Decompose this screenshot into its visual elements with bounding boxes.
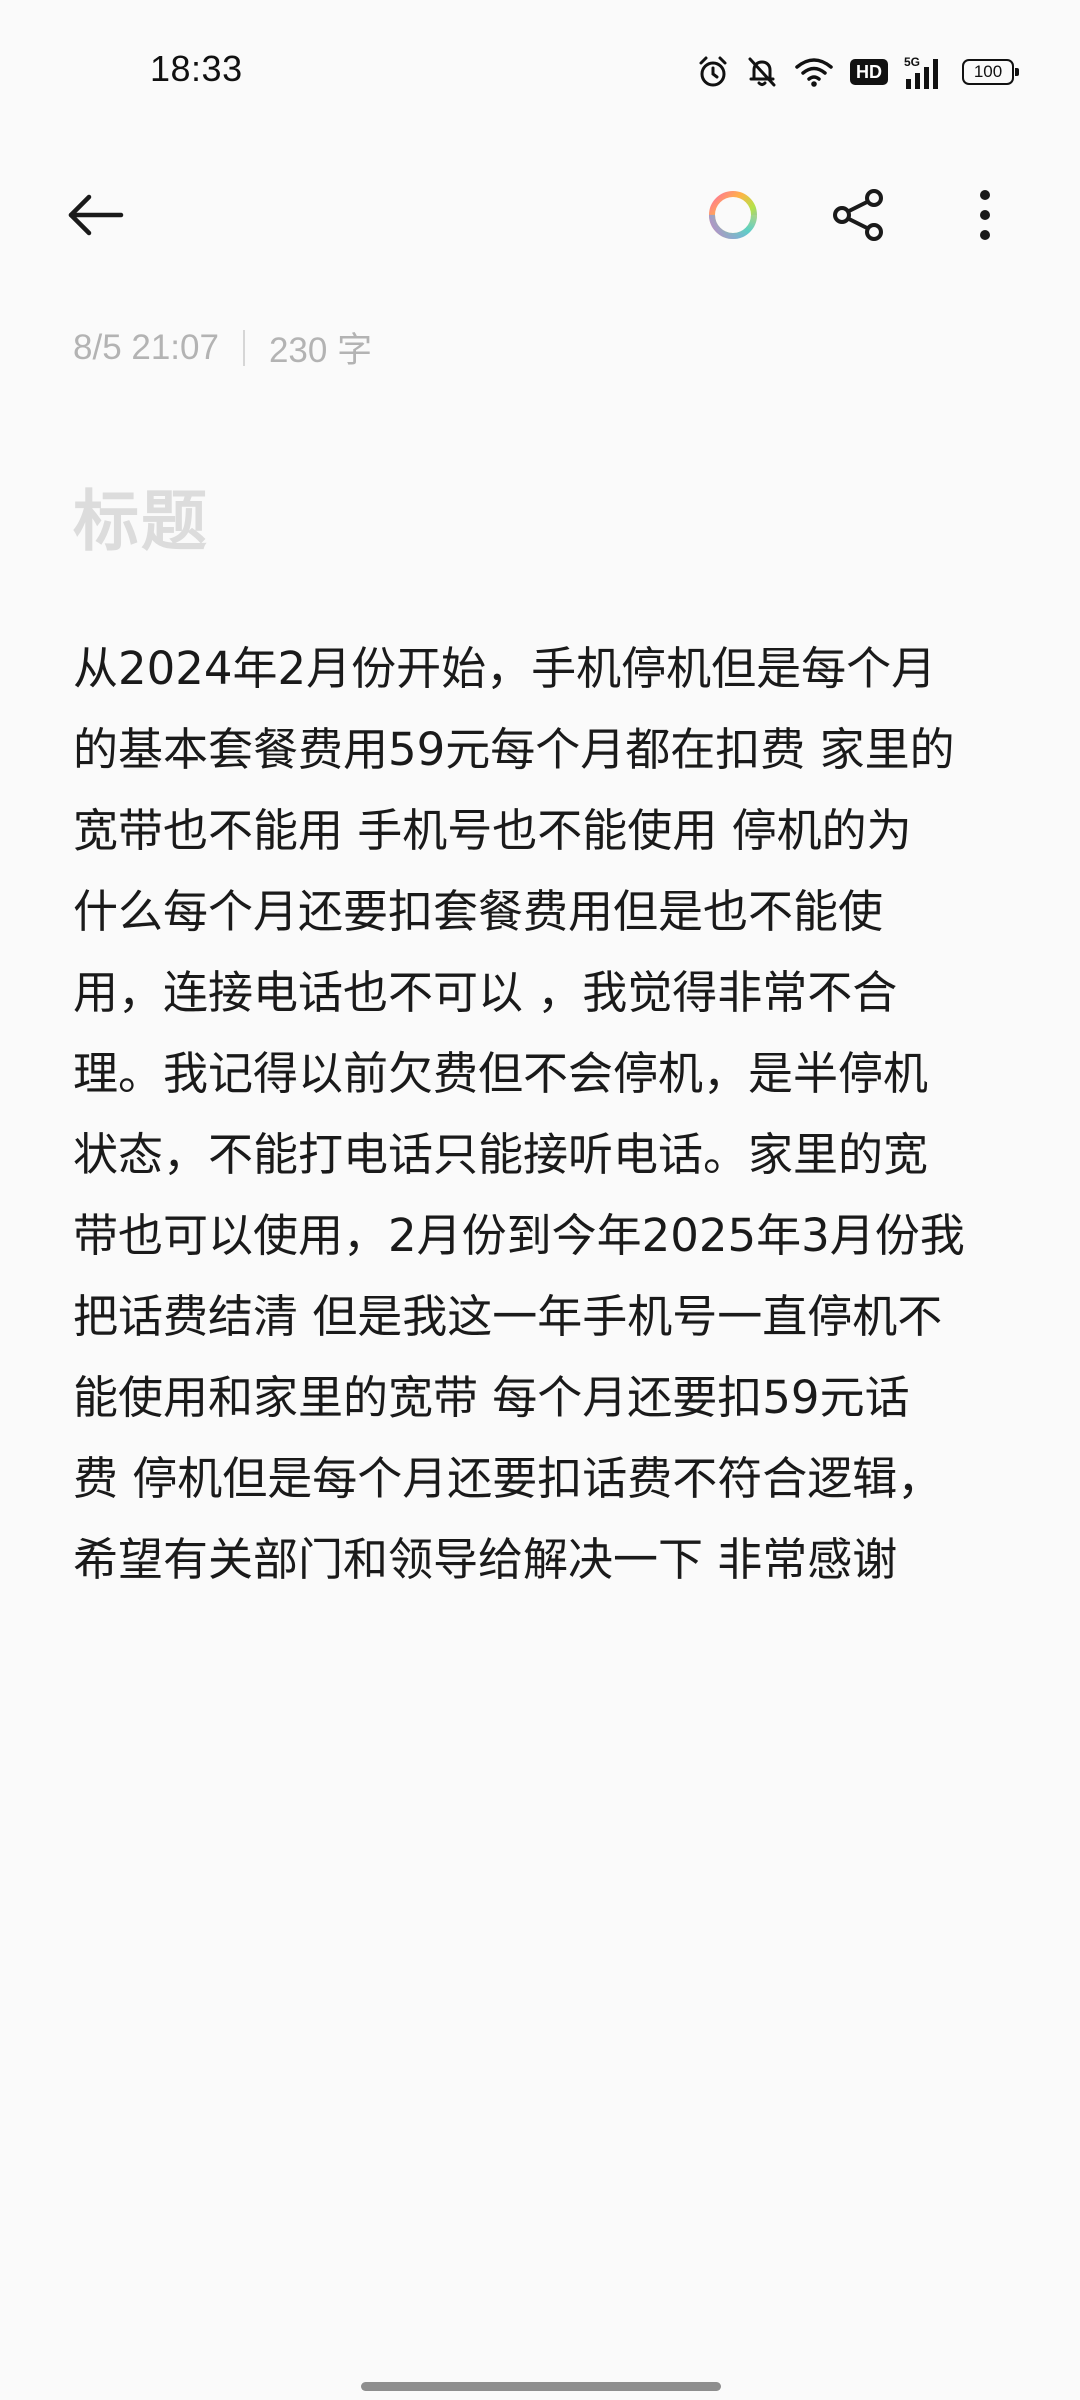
status-bar: 18:33 HD 5G 100: [0, 0, 1080, 140]
note-date: 8/5 21:07: [73, 327, 219, 367]
battery-icon: 100: [962, 59, 1019, 85]
alarm-icon: [696, 55, 730, 89]
back-arrow-icon: [68, 194, 124, 236]
notes-screen: 18:33 HD 5G 100 8/5 21:07 230 字 标题 从2024…: [0, 0, 1080, 2400]
silent-bell-icon: [746, 55, 778, 89]
wifi-icon: [794, 56, 834, 88]
status-time: 18:33: [150, 48, 243, 89]
home-indicator[interactable]: [361, 2382, 721, 2391]
note-toolbar: [0, 170, 1080, 270]
note-word-count: 230 字: [268, 331, 373, 370]
note-meta: 8/5 21:07 230 字: [73, 322, 372, 373]
note-body-editor[interactable]: 从2024年2月份开始，手机停机但是每个月 的基本套餐费用59元每个月都在扣费 …: [73, 628, 1013, 1600]
meta-divider: [242, 329, 245, 366]
back-button[interactable]: [50, 170, 140, 260]
share-icon: [833, 189, 883, 241]
signal-5g-icon: 5G: [904, 55, 946, 89]
note-title-input[interactable]: 标题: [73, 468, 209, 564]
share-button[interactable]: [814, 170, 904, 260]
more-button[interactable]: [940, 170, 1030, 260]
more-vertical-icon: [980, 190, 990, 240]
theme-button[interactable]: [688, 170, 778, 260]
hd-badge: HD: [850, 59, 888, 85]
svg-text:5G: 5G: [904, 55, 920, 69]
color-ring-icon: [709, 191, 757, 239]
status-icons: HD 5G 100: [696, 50, 1019, 94]
